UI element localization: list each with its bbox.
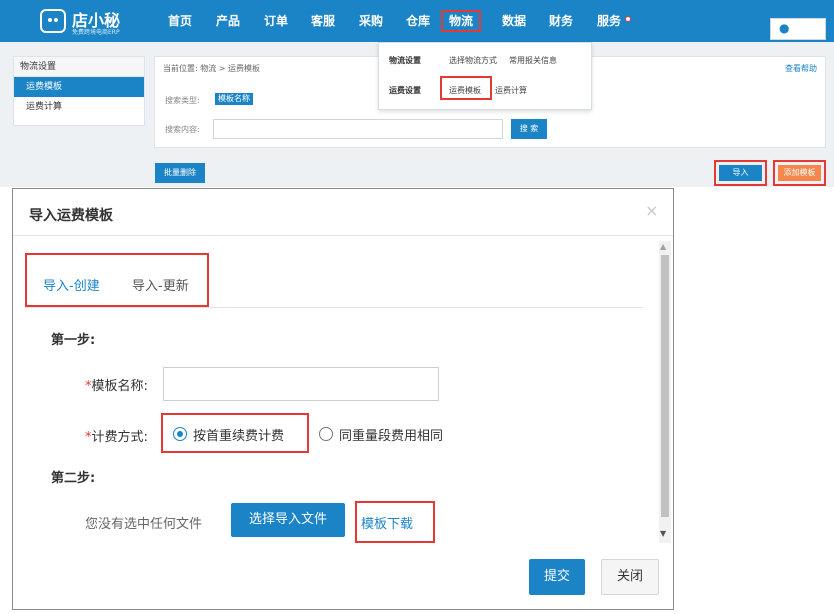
nav-item-services[interactable]: 服务 [597, 12, 621, 30]
import-button[interactable]: 导入 [719, 165, 762, 181]
tab-import-create[interactable]: 导入-创建 [43, 275, 100, 294]
modal-title: 导入运费模板 [29, 208, 113, 224]
nav-item-purchase[interactable]: 采购 [359, 12, 383, 30]
step-one-heading: 第一步: [51, 333, 96, 348]
import-button-highlight: 导入 [714, 160, 767, 186]
sidebar: 物流设置 运费模板 运费计算 [13, 56, 145, 126]
search-button[interactable]: 搜 索 [511, 119, 547, 139]
sidebar-item-freight-template[interactable]: 运费模板 [14, 77, 144, 97]
close-icon[interactable]: × [645, 201, 658, 220]
app-logo[interactable]: 店小秘 免费跨境电商ERP [40, 7, 150, 36]
submit-button[interactable]: 提交 [529, 559, 585, 595]
help-link[interactable]: 查看帮助 [785, 63, 817, 74]
dropdown-link-select-method[interactable]: 选择物流方式 [449, 55, 497, 66]
add-template-button-highlight: 添加模板 [773, 160, 826, 186]
dropdown-link-customs-info[interactable]: 常用报关信息 [509, 55, 557, 66]
radio-first-weight[interactable] [173, 427, 187, 441]
option-first-weight-label[interactable]: 按首重续费计费 [193, 425, 284, 444]
logo-icon [40, 9, 66, 33]
breadcrumb: 当前位置: 物流 > 运费模板 [163, 64, 261, 73]
dropdown-label-logistics-settings: 物流设置 [389, 56, 421, 65]
nav-item-orders[interactable]: 订单 [264, 12, 288, 30]
freight-template-highlight [440, 76, 492, 100]
billing-method-label-text: 计费方式: [91, 430, 148, 445]
sidebar-item-freight-calc[interactable]: 运费计算 [14, 97, 144, 117]
nav-item-warehouse[interactable]: 仓库 [406, 12, 430, 30]
search-type-option[interactable]: 模板名称 [215, 93, 253, 105]
nav-item-products[interactable]: 产品 [216, 12, 240, 30]
logo-tagline: 免费跨境电商ERP [72, 29, 120, 36]
batch-delete-button[interactable]: 批量删除 [155, 163, 205, 183]
template-name-label: *模板名称: [85, 375, 148, 394]
user-menu[interactable]: ● [770, 18, 826, 40]
user-icon: ● [779, 21, 790, 35]
scroll-down-arrow-icon[interactable]: ▼ [660, 529, 666, 538]
nav-item-logistics[interactable]: 物流 [441, 10, 482, 32]
add-template-button[interactable]: 添加模板 [778, 165, 821, 181]
tabs-divider [25, 307, 643, 308]
billing-method-label: *计费方式: [85, 426, 148, 445]
search-type-label: 搜索类型: [165, 96, 200, 105]
search-input[interactable] [213, 119, 503, 139]
scroll-up-arrow-icon[interactable]: ▲ [660, 242, 666, 251]
template-name-input[interactable] [163, 367, 439, 401]
dropdown-label-freight-settings: 运费设置 [389, 86, 421, 95]
radio-same-weight[interactable] [319, 427, 333, 441]
scrollbar-thumb[interactable] [661, 255, 669, 517]
choose-file-button[interactable]: 选择导入文件 [231, 503, 345, 537]
nav-item-home[interactable]: 首页 [168, 12, 192, 30]
download-template-link[interactable]: 模板下载 [361, 513, 413, 532]
step-two-heading: 第二步: [51, 471, 96, 486]
no-file-status: 您没有选中任何文件 [85, 517, 203, 532]
import-template-modal: 导入运费模板 × ▲ ▼ 导入-创建 导入-更新 第一步: *模板名称: *计费… [12, 188, 674, 610]
top-navbar: 店小秘 免费跨境电商ERP 首页 产品 订单 客服 采购 仓库 物流 数据 财务… [0, 0, 834, 42]
nav-item-data[interactable]: 数据 [502, 12, 526, 30]
nav-item-service[interactable]: 客服 [311, 12, 335, 30]
nav-item-finance[interactable]: 财务 [549, 12, 573, 30]
dropdown-link-freight-calc[interactable]: 运费计算 [495, 85, 527, 96]
close-button[interactable]: 关闭 [601, 559, 659, 595]
search-content-label: 搜索内容: [165, 125, 200, 134]
option-same-weight-label[interactable]: 同重量段费用相同 [339, 425, 443, 444]
modal-divider [13, 235, 673, 236]
sidebar-header: 物流设置 [14, 57, 144, 77]
template-name-label-text: 模板名称: [91, 379, 148, 394]
notification-dot [625, 16, 631, 22]
tab-import-update[interactable]: 导入-更新 [132, 275, 189, 294]
